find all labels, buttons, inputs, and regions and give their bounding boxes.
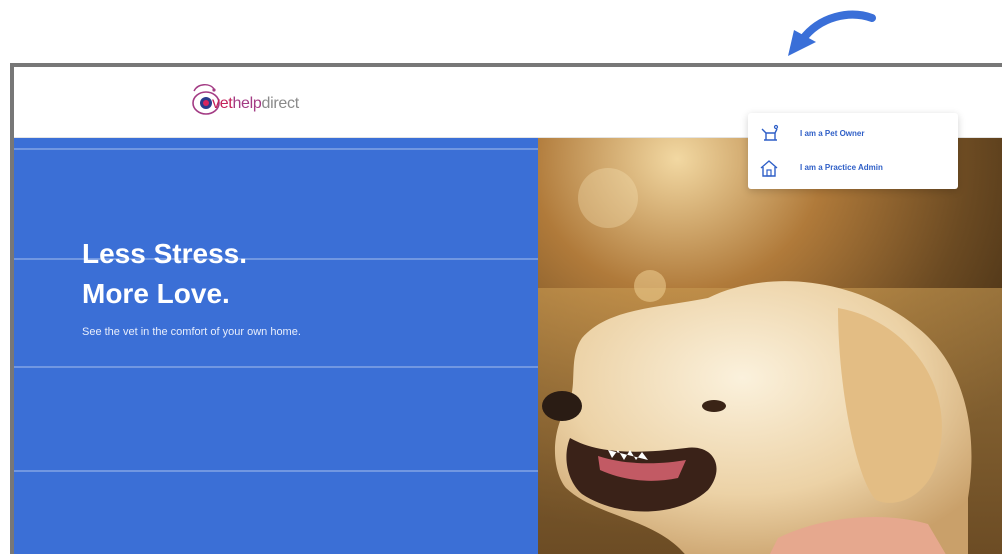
logo-vet: vet <box>212 95 233 112</box>
hero-stripe <box>14 366 538 368</box>
hero-dog-photo <box>538 138 1002 554</box>
home-icon <box>760 160 778 177</box>
hero-title: Less Stress. More Love. <box>82 234 247 314</box>
pet-owner-label: I am a Pet Owner <box>800 129 865 138</box>
hero-title-line2: More Love. <box>82 278 230 309</box>
annotation-arrow-icon <box>788 10 876 56</box>
logo-wordmark: vethelpdirect <box>212 95 299 113</box>
browser-page: vethelpdirect Less Stress. More Love. Se… <box>10 63 1002 554</box>
logo-direct: direct <box>261 95 300 112</box>
hero-stripe <box>14 148 538 150</box>
practice-admin-label: I am a Practice Admin <box>800 163 883 172</box>
pet-owner-icon <box>761 124 779 141</box>
hero-stripe <box>14 470 538 472</box>
hero-title-line1: Less Stress. <box>82 238 247 269</box>
practice-admin-option[interactable]: I am a Practice Admin <box>748 151 958 185</box>
sign-up-dropdown-menu: I am a Pet Owner I am a Practice Admin <box>748 113 958 189</box>
hero-panel: Less Stress. More Love. See the vet in t… <box>14 138 538 554</box>
logo-help: help <box>232 95 262 112</box>
hero-subtitle: See the vet in the comfort of your own h… <box>82 326 301 338</box>
site-logo[interactable]: vethelpdirect <box>184 81 384 131</box>
dog-photo-image <box>538 138 1002 554</box>
pet-owner-option[interactable]: I am a Pet Owner <box>748 117 958 151</box>
